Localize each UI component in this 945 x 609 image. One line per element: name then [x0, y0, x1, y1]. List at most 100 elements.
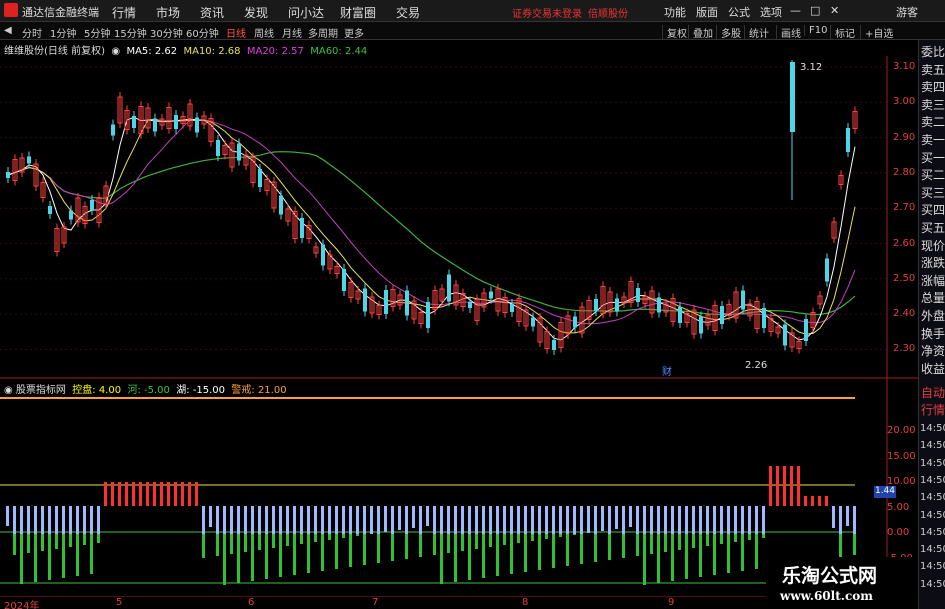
indicator-bar-deep: [300, 534, 303, 544]
quote-field-label[interactable]: 涨幅: [921, 273, 945, 289]
indicator-bar-negative: [328, 506, 331, 534]
quote-field-label[interactable]: 买四: [921, 202, 945, 218]
menu-layout[interactable]: 版面: [696, 4, 718, 20]
quote-field-label[interactable]: 买二: [921, 167, 945, 183]
indicator-bar-deep: [538, 534, 541, 570]
indicator-bar-negative: [55, 506, 58, 534]
quote-field-label[interactable]: 卖四: [921, 79, 945, 95]
indicator-bar-negative: [741, 506, 744, 534]
menu-function[interactable]: 功能: [664, 4, 686, 20]
indicator-bar-deep: [762, 534, 765, 538]
indicator-bar-negative: [454, 506, 457, 534]
indicator-bar-deep: [342, 534, 345, 538]
quote-field-label[interactable]: 收益: [921, 361, 945, 377]
period-monthly[interactable]: 月线: [282, 25, 302, 40]
indicator-bar-deep: [76, 534, 79, 576]
indicator-bar-positive: [104, 482, 107, 506]
quote-field-label[interactable]: 涨跌: [921, 255, 945, 271]
quote-field-label[interactable]: 买一: [921, 150, 945, 166]
indicator-bar-deep: [363, 534, 366, 565]
period-5min[interactable]: 5分钟: [84, 25, 110, 40]
quote-field-label[interactable]: 卖三: [921, 97, 945, 113]
quote-field-label[interactable]: 卖一: [921, 132, 945, 148]
maximize-icon[interactable]: □: [810, 4, 820, 17]
menu-item-trade[interactable]: 交易: [396, 4, 420, 21]
indicator-bar-negative: [475, 506, 478, 534]
close-icon[interactable]: ✕: [830, 4, 839, 17]
indicator-bar-deep: [377, 534, 380, 563]
menu-formula[interactable]: 公式: [728, 4, 750, 20]
indicator-bar-negative: [314, 506, 317, 534]
trade-time: 14:50: [920, 474, 945, 486]
period-more[interactable]: 更多: [344, 25, 364, 40]
indicator-bar-negative: [307, 506, 310, 534]
indicator-bar-negative: [279, 506, 282, 534]
chart-canvas[interactable]: 3.12 2.26 财: [0, 56, 918, 597]
auto-quote-label[interactable]: 行情: [921, 402, 945, 418]
minimize-icon[interactable]: —: [790, 4, 801, 17]
menu-item-news[interactable]: 资讯: [200, 4, 224, 21]
indicator-bar-deep: [27, 534, 30, 553]
quote-field-label[interactable]: 换手: [921, 326, 945, 342]
indicator-bar-negative: [762, 506, 765, 534]
indicator-bar-negative: [20, 506, 23, 534]
period-60min[interactable]: 60分钟: [186, 25, 219, 40]
indicator-bar-negative: [321, 506, 324, 534]
account-status[interactable]: 倍顺股份: [588, 5, 628, 20]
quote-field-label[interactable]: 净资: [921, 343, 945, 359]
indicator-bar-negative: [580, 506, 583, 534]
quote-field-label[interactable]: 总量: [921, 290, 945, 306]
quote-field-label[interactable]: 外盘: [921, 308, 945, 324]
quote-field-label[interactable]: 买三: [921, 185, 945, 201]
indicator-bar-negative: [293, 506, 296, 534]
toolbar-add-watchlist[interactable]: +自选: [860, 25, 893, 40]
quote-field-label[interactable]: 卖五: [921, 62, 945, 78]
indicator-bar-negative: [398, 506, 401, 530]
indicator-bar-negative: [27, 506, 30, 534]
quote-field-label[interactable]: 卖二: [921, 114, 945, 130]
period-1min[interactable]: 1分钟: [50, 25, 76, 40]
menu-bar: 通达信金融终端 行情 市场 资讯 发现 问小达 财富圈 交易 证券交易未登录 倍…: [0, 0, 945, 22]
indicator-bar-deep: [69, 534, 72, 547]
menu-item-market[interactable]: 行情: [112, 4, 136, 21]
toolbar-multistock[interactable]: 多股: [716, 25, 741, 40]
period-30min[interactable]: 30分钟: [150, 25, 183, 40]
candle-body: [279, 195, 283, 215]
period-intraday[interactable]: 分时: [22, 25, 42, 40]
period-daily[interactable]: 日线: [226, 25, 246, 40]
candle-body: [426, 302, 430, 328]
auto-quote-label[interactable]: 自动: [921, 385, 945, 401]
toolbar-adjust[interactable]: 复权: [662, 25, 687, 40]
quote-field-label[interactable]: 买五: [921, 220, 945, 236]
period-15min[interactable]: 15分钟: [114, 25, 147, 40]
toolbar-stats[interactable]: 统计: [744, 25, 769, 40]
period-multi[interactable]: 多周期: [308, 25, 338, 40]
quote-field-label[interactable]: 现价: [921, 238, 945, 254]
toolbar-overlay[interactable]: 叠加: [688, 25, 713, 40]
menu-item-discover[interactable]: 发现: [244, 4, 268, 21]
indicator-bar-positive: [790, 466, 793, 506]
menu-item-ask[interactable]: 问小达: [288, 4, 324, 21]
login-status[interactable]: 证券交易未登录: [512, 5, 582, 20]
indicator-bar-negative: [489, 506, 492, 534]
ma20-line: [7, 119, 856, 325]
toolbar-draw[interactable]: 画线: [776, 25, 801, 40]
indicator-bar-deep: [685, 534, 688, 579]
indicator-bar-deep: [489, 534, 492, 547]
indicator-bar-negative: [216, 506, 219, 534]
toolbar-f10[interactable]: F10: [804, 25, 827, 36]
toolbar-mark[interactable]: 标记: [830, 25, 855, 40]
indicator-bar-negative: [209, 506, 212, 527]
indicator-bar-positive: [167, 482, 170, 506]
menu-item-wealth[interactable]: 财富圈: [340, 4, 376, 21]
menu-item-exchange[interactable]: 市场: [156, 4, 180, 21]
menu-options[interactable]: 选项: [760, 4, 782, 20]
date-label: 6: [248, 597, 255, 608]
candle-body: [195, 117, 199, 133]
toolbar-left-arrow-icon[interactable]: ◀: [4, 25, 12, 36]
indicator-bar-negative: [272, 506, 275, 534]
quote-field-label[interactable]: 委比: [921, 44, 945, 60]
period-weekly[interactable]: 周线: [254, 25, 274, 40]
guest-label[interactable]: 游客: [896, 4, 918, 20]
indicator-bar-deep: [293, 534, 296, 575]
